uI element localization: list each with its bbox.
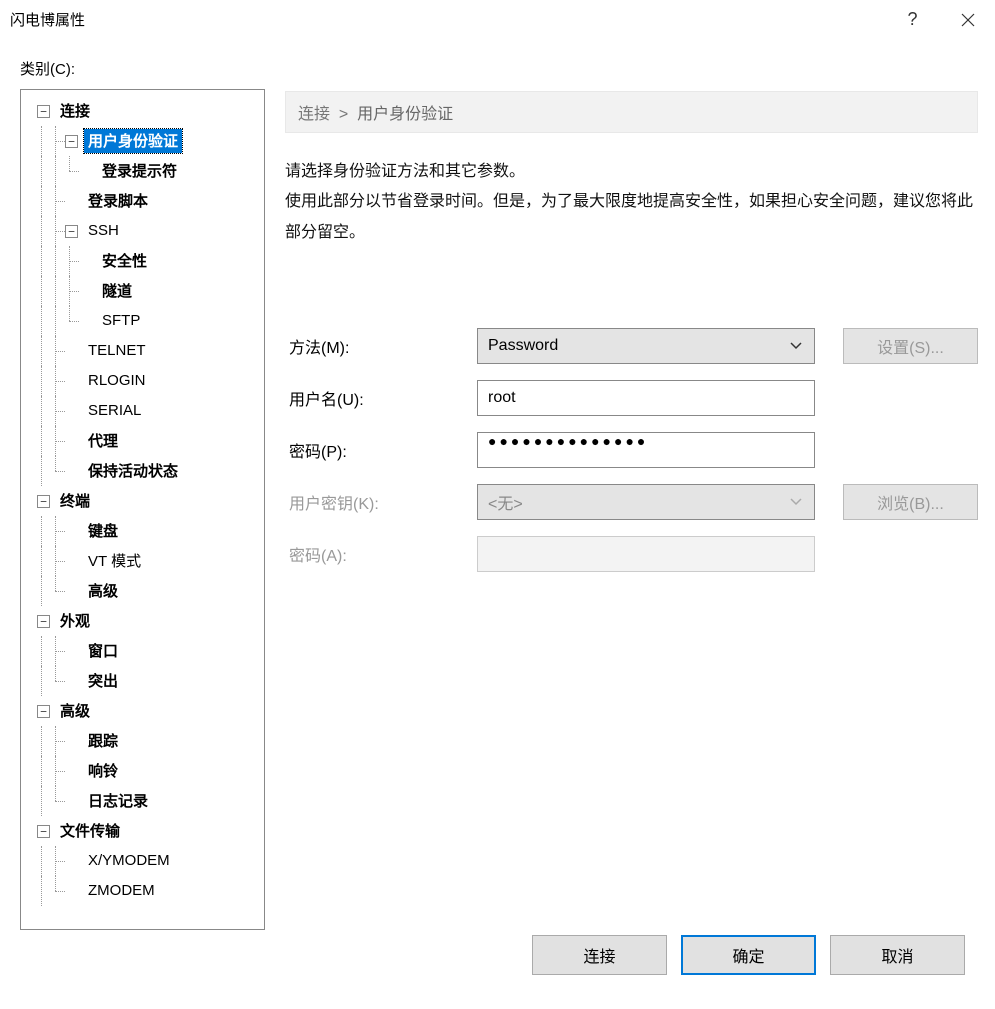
tree-item-keyboard[interactable]: 键盘	[23, 516, 262, 546]
close-button[interactable]	[940, 2, 995, 38]
password-label: 密码(P):	[285, 438, 465, 462]
tree-item-bell[interactable]: 响铃	[23, 756, 262, 786]
userkey-select: <无>	[477, 484, 815, 520]
tree-item-zmodem[interactable]: ZMODEM	[23, 876, 262, 906]
tree-item-window[interactable]: 窗口	[23, 636, 262, 666]
collapse-icon[interactable]: −	[37, 105, 50, 118]
content-area: 类别(C): − 连接 − 用户身份验证	[0, 40, 995, 1009]
titlebar-controls: ?	[885, 2, 995, 38]
collapse-icon[interactable]: −	[65, 225, 78, 238]
tree-item-keepalive[interactable]: 保持活动状态	[23, 456, 262, 486]
tree-item-serial[interactable]: SERIAL	[23, 396, 262, 426]
username-input[interactable]	[477, 380, 815, 416]
row-method: 方法(M): Password 设置(S)...	[285, 328, 978, 364]
username-label: 用户名(U):	[285, 386, 465, 410]
breadcrumb-root: 连接	[298, 106, 330, 123]
method-select[interactable]: Password	[477, 328, 815, 364]
tree-item-advanced[interactable]: − 高级	[23, 696, 262, 726]
tree-item-login-prompt[interactable]: 登录提示符	[23, 156, 262, 186]
row-username: 用户名(U):	[285, 380, 978, 416]
breadcrumb: 连接 > 用户身份验证	[285, 91, 978, 133]
collapse-icon[interactable]: −	[65, 135, 78, 148]
tree-item-user-auth[interactable]: − 用户身份验证	[23, 126, 262, 156]
tree-item-appearance[interactable]: − 外观	[23, 606, 262, 636]
row-passphrase: 密码(A):	[285, 536, 978, 572]
tree-item-security[interactable]: 安全性	[23, 246, 262, 276]
tree-item-sftp[interactable]: SFTP	[23, 306, 262, 336]
collapse-icon[interactable]: −	[37, 495, 50, 508]
tree-item-file-transfer[interactable]: − 文件传输	[23, 816, 262, 846]
row-password: 密码(P): ●●●●●●●●●●●●●●	[285, 432, 978, 468]
tree-item-proxy[interactable]: 代理	[23, 426, 262, 456]
window-title: 闪电博属性	[10, 9, 885, 30]
method-value: Password	[488, 337, 558, 355]
category-tree[interactable]: − 连接 − 用户身份验证	[20, 89, 265, 930]
password-input[interactable]: ●●●●●●●●●●●●●●	[477, 432, 815, 468]
password-value: ●●●●●●●●●●●●●●	[488, 433, 648, 449]
browse-button: 浏览(B)...	[843, 484, 978, 520]
chevron-down-icon	[790, 337, 802, 355]
tree-item-login-script[interactable]: 登录脚本	[23, 186, 262, 216]
tree-item-telnet[interactable]: TELNET	[23, 336, 262, 366]
passphrase-input	[477, 536, 815, 572]
titlebar: 闪电博属性 ?	[0, 0, 995, 40]
description-line2: 使用此部分以节省登录时间。但是，为了最大限度地提高安全性，如果担心安全问题，建议…	[285, 187, 978, 248]
breadcrumb-current: 用户身份验证	[357, 106, 453, 123]
main-area: − 连接 − 用户身份验证	[20, 89, 980, 930]
settings-button: 设置(S)...	[843, 328, 978, 364]
settings-panel: 连接 > 用户身份验证 请选择身份验证方法和其它参数。 使用此部分以节省登录时间…	[285, 89, 980, 930]
tree-item-vt-mode[interactable]: VT 模式	[23, 546, 262, 576]
tree-item-ssh[interactable]: − SSH	[23, 216, 262, 246]
tree-item-terminal-advanced[interactable]: 高级	[23, 576, 262, 606]
tree-item-terminal[interactable]: − 终端	[23, 486, 262, 516]
connect-button[interactable]: 连接	[532, 935, 667, 975]
userkey-value: <无>	[488, 490, 523, 514]
breadcrumb-sep: >	[339, 106, 348, 123]
tree-item-highlight[interactable]: 突出	[23, 666, 262, 696]
row-userkey: 用户密钥(K): <无> 浏览(B)...	[285, 484, 978, 520]
tree-item-trace[interactable]: 跟踪	[23, 726, 262, 756]
collapse-icon[interactable]: −	[37, 615, 50, 628]
properties-dialog: 闪电博属性 ? 类别(C): − 连接	[0, 0, 995, 1009]
ok-button[interactable]: 确定	[681, 935, 816, 975]
help-button[interactable]: ?	[885, 2, 940, 38]
tree-item-logging[interactable]: 日志记录	[23, 786, 262, 816]
userkey-label: 用户密钥(K):	[285, 490, 465, 514]
close-icon	[961, 13, 975, 27]
category-label: 类别(C):	[20, 58, 980, 79]
tree-item-connection[interactable]: − 连接	[23, 96, 262, 126]
method-label: 方法(M):	[285, 334, 465, 358]
collapse-icon[interactable]: −	[37, 825, 50, 838]
tree-item-tunnel[interactable]: 隧道	[23, 276, 262, 306]
dialog-footer: 连接 确定 取消	[20, 930, 980, 994]
cancel-button[interactable]: 取消	[830, 935, 965, 975]
chevron-down-icon	[790, 493, 802, 511]
description: 请选择身份验证方法和其它参数。 使用此部分以节省登录时间。但是，为了最大限度地提…	[285, 157, 978, 248]
description-line1: 请选择身份验证方法和其它参数。	[285, 157, 978, 187]
collapse-icon[interactable]: −	[37, 705, 50, 718]
passphrase-label: 密码(A):	[285, 542, 465, 566]
tree-item-xymodem[interactable]: X/YMODEM	[23, 846, 262, 876]
tree-item-rlogin[interactable]: RLOGIN	[23, 366, 262, 396]
